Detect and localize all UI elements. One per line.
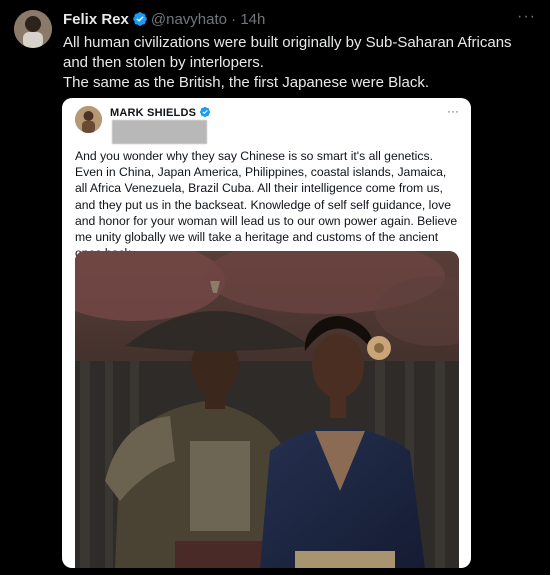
verified-badge-icon: [199, 106, 211, 121]
quoted-post-screenshot[interactable]: MARK SHIELDS ··· And you wonder why they…: [62, 98, 471, 568]
quoted-more-options-icon: ···: [447, 104, 459, 118]
quoted-post-image: [75, 251, 459, 568]
tweet-header: Felix Rex @navyhato · 14h: [63, 11, 265, 32]
quoted-author-name: MARK SHIELDS: [110, 106, 211, 121]
author-name[interactable]: Felix Rex: [63, 11, 129, 28]
separator-dot: ·: [231, 11, 237, 28]
quoted-author-avatar: [75, 106, 102, 133]
more-options-icon[interactable]: ···: [517, 8, 536, 26]
author-avatar[interactable]: [14, 10, 52, 48]
quoted-author-name-text: MARK SHIELDS: [110, 107, 197, 119]
tweet[interactable]: Felix Rex @navyhato · 14h ··· All human c…: [0, 0, 550, 575]
tweet-text-line: The same as the British, the first Japan…: [63, 74, 429, 91]
tweet-text: All human civilizations were built origi…: [63, 33, 533, 93]
quoted-post-text: And you wonder why they say Chinese is s…: [75, 149, 458, 260]
author-handle[interactable]: @navyhato: [151, 11, 227, 28]
timestamp[interactable]: 14h: [240, 11, 265, 28]
tweet-text-line: All human civilizations were built origi…: [63, 34, 512, 71]
redacted-handle: [112, 120, 207, 144]
verified-badge-icon: [132, 11, 148, 32]
